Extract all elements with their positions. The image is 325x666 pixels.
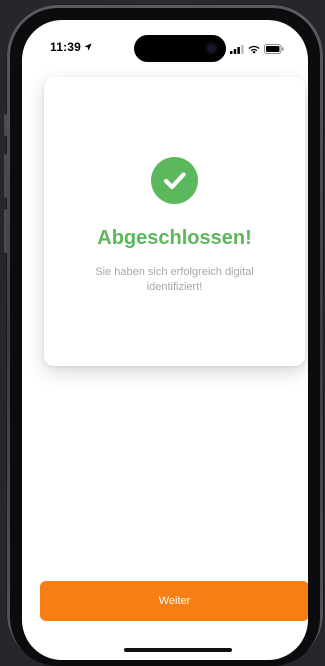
mockup-stage: 11:39 Abgeschlossen! Sie haben sich erfo… (0, 0, 325, 666)
dynamic-island (134, 35, 226, 62)
home-indicator[interactable] (124, 648, 232, 652)
status-bar: 11:39 (22, 20, 308, 64)
battery-icon (264, 41, 284, 59)
location-arrow-icon (84, 40, 92, 54)
status-icons (230, 41, 284, 59)
continue-button[interactable]: Weiter (40, 581, 308, 621)
success-card: Abgeschlossen! Sie haben sich erfolgreic… (44, 77, 305, 366)
front-camera-icon (205, 42, 218, 55)
checkmark-circle-icon (151, 157, 198, 204)
phone-screen: 11:39 Abgeschlossen! Sie haben sich erfo… (22, 20, 308, 660)
phone-bezel: 11:39 Abgeschlossen! Sie haben sich erfo… (10, 8, 320, 666)
success-message: Sie haben sich erfolgreich digital ident… (95, 266, 254, 293)
success-title: Abgeschlossen! (97, 227, 252, 249)
mute-switch (4, 114, 7, 136)
phone-frame: 11:39 Abgeschlossen! Sie haben sich erfo… (4, 4, 324, 666)
volume-up-button (4, 154, 7, 198)
cellular-signal-icon (230, 41, 244, 59)
volume-down-button (4, 209, 7, 253)
status-time: 11:39 (50, 40, 92, 54)
status-time-text: 11:39 (50, 40, 82, 54)
wifi-icon (248, 41, 260, 59)
